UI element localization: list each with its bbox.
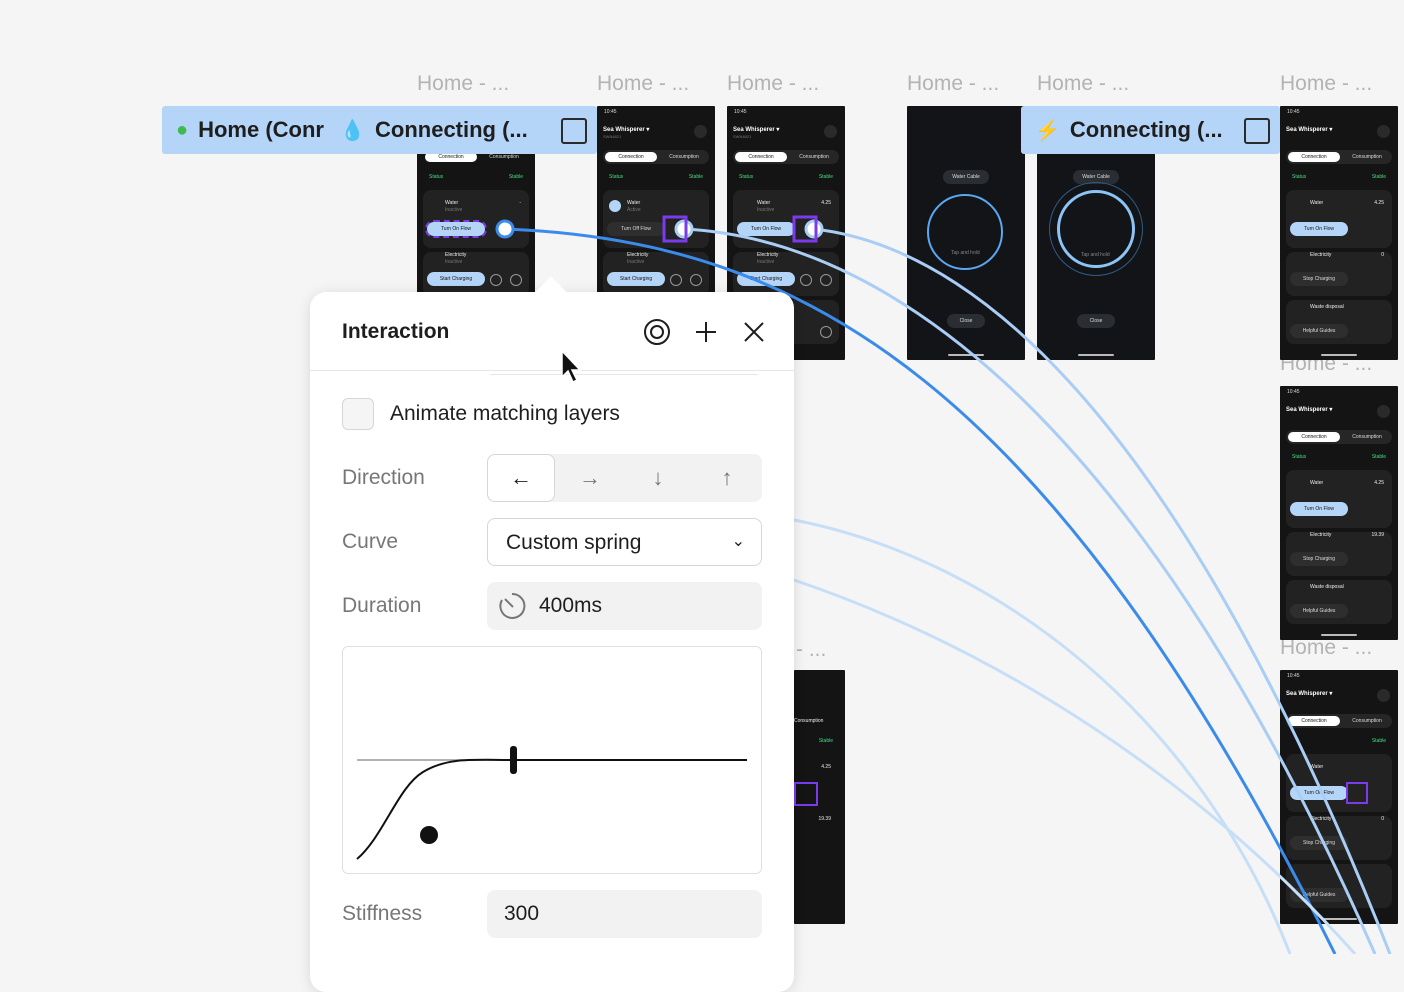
duration-field[interactable]: 400ms — [487, 582, 762, 630]
direction-right-button[interactable]: → — [556, 454, 624, 502]
connection-start-node — [674, 219, 694, 239]
chip-label: Connecting (... — [375, 117, 528, 142]
direction-label: Direction — [342, 466, 425, 489]
water-drop-icon: 💧 — [340, 119, 365, 142]
animate-matching-checkbox[interactable] — [342, 398, 374, 430]
curve-handle — [510, 746, 517, 774]
animate-matching-label: Animate matching layers — [390, 402, 620, 425]
connection-start-node — [495, 219, 515, 239]
direction-segmented-control: ← → ↓ ↑ — [487, 454, 762, 502]
connection-line — [793, 578, 1357, 954]
direction-up-button[interactable]: ↑ — [693, 454, 761, 502]
curve-select[interactable]: Custom spring ⌄ — [487, 518, 762, 566]
connection-line — [813, 227, 1392, 954]
direction-down-button[interactable]: ↓ — [624, 454, 692, 502]
scrolled-field-edge — [490, 371, 758, 375]
duration-value: 400ms — [539, 594, 603, 617]
play-frame-icon[interactable] — [1244, 118, 1270, 144]
curve-label: Curve — [342, 530, 399, 553]
spring-curve-canvas — [356, 746, 747, 860]
target-icon[interactable] — [642, 317, 672, 347]
chip-label: Connecting (... — [1069, 117, 1223, 142]
duration-label: Duration — [342, 594, 422, 617]
plus-icon[interactable] — [691, 317, 721, 347]
stiffness-field[interactable]: 300 — [487, 890, 762, 938]
panel-title: Interaction — [342, 320, 450, 343]
stiffness-label: Stiffness — [342, 902, 423, 925]
close-icon[interactable] — [739, 317, 769, 347]
spring-curve-graph[interactable] — [342, 646, 762, 874]
direction-left-button[interactable]: ← — [487, 454, 555, 502]
curve-control-point — [420, 826, 438, 844]
green-circle-icon: ● — [176, 118, 189, 141]
chip-label: Home (Conr — [198, 117, 324, 142]
spring-curve-path — [356, 758, 747, 860]
timer-icon — [499, 592, 526, 619]
curve-value: Custom spring — [506, 531, 642, 554]
lightning-icon: ⚡ — [1035, 119, 1060, 142]
play-frame-icon[interactable] — [561, 118, 587, 144]
flow-start-chip[interactable]: ● Home (Conr 💧 Connecting (... — [162, 106, 597, 154]
mouse-cursor-icon — [561, 349, 582, 384]
chevron-down-icon: ⌄ — [731, 533, 745, 550]
stiffness-value: 300 — [504, 902, 540, 925]
connection-start-node — [804, 219, 824, 239]
flow-chip[interactable]: ⚡ Connecting (... — [1021, 106, 1280, 154]
interaction-panel: Interaction Animate matching layers Dire… — [310, 276, 794, 992]
